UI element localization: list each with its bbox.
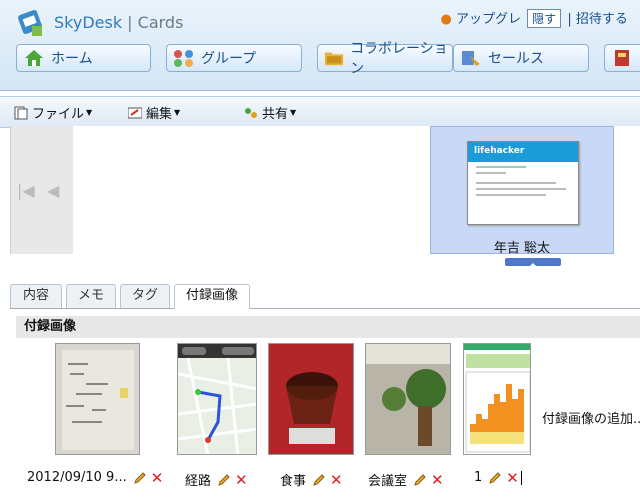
attachment-thumbnail[interactable] [177,343,257,455]
attachment-caption: 会議室 ✕ [368,470,444,489]
attachment-thumbnail[interactable] [268,343,354,455]
tab-attachments[interactable]: 付録画像 [174,284,250,309]
delete-icon[interactable]: ✕ [330,472,343,487]
edit-menu-label: 編集 [146,107,173,122]
share-menu-label: 共有 [262,107,289,122]
chevron-up-icon [529,263,537,267]
attachment-caption: 1 ✕ [474,470,522,485]
detail-tabs: 内容 メモ タグ 付録画像 [10,284,640,309]
nav-home-label: ホーム [51,51,93,67]
prev-page-icon[interactable]: ◀ [47,181,59,200]
handwritten-note-image [62,350,134,450]
upgrade-link[interactable]: アップグレ [456,8,521,27]
selected-card[interactable]: lifehacker 年吉 聡太 [430,126,614,256]
edit-icon [128,107,142,118]
app-logo-text: SkyDesk | Cards [54,13,184,32]
nav-collaboration-button[interactable]: コラボレーション [317,41,453,77]
delete-icon[interactable]: ✕ [235,472,248,487]
pencil-icon[interactable] [312,473,326,487]
nav-collaboration-label: コラボレーション [350,41,448,77]
attachments-section-title: 付録画像 [16,316,640,338]
file-menu-label: ファイル [32,107,85,122]
attachment-thumbnail[interactable] [365,343,451,455]
nav-group-button[interactable]: グループ [166,44,302,72]
delete-icon[interactable]: ✕ [506,470,519,485]
skydesk-logo-icon [18,10,42,36]
collapse-carousel-button[interactable] [505,258,561,267]
business-card-image: lifehacker [467,141,579,225]
nav-sales-button[interactable]: セールス [453,44,589,72]
upgrade-icon: ● [440,12,452,27]
attachment-caption: 経路 ✕ [185,470,248,489]
pencil-icon[interactable] [488,471,502,485]
dropdown-caret-icon: ▼ [174,108,181,117]
delete-icon[interactable]: ✕ [431,472,444,487]
nav-sales-label: セールス [488,51,544,67]
attachment-caption-text[interactable]: 2012/09/10 9... [27,470,127,485]
share-icon [245,107,257,118]
dropdown-caret-icon: ▼ [86,108,93,117]
edit-menu[interactable]: 編集 ▼ [128,103,180,122]
attachment-caption: 食事 ✕ [280,470,343,489]
meeting-room-image [366,344,450,454]
attachment-caption-text[interactable]: 食事 [280,470,306,489]
tab-content[interactable]: 内容 [10,284,62,308]
file-icon [14,106,28,119]
group-icon [174,50,193,67]
card-person-name: 年吉 聡太 [493,241,551,256]
book-icon [615,50,629,66]
text-cursor [520,470,522,485]
map-route-image [178,344,256,454]
sales-icon [462,51,480,66]
add-attachment-link[interactable]: 付録画像の追加... [542,408,640,427]
attachment-caption: 2012/09/10 9... ✕ [27,470,163,485]
nav-group-label: グループ [201,51,257,67]
nav-home-button[interactable]: ホーム [16,44,151,72]
carousel-nav: |◀ ◀ [11,126,73,254]
tea-cup-image [269,344,353,454]
share-menu[interactable]: 共有 ▼ [244,103,296,122]
file-menu[interactable]: ファイル ▼ [14,103,92,122]
delete-icon[interactable]: ✕ [151,470,164,485]
attachment-caption-text[interactable]: 経路 [185,470,211,489]
pencil-icon[interactable] [413,473,427,487]
hide-button[interactable]: 隠す [527,9,562,28]
first-page-icon[interactable]: |◀ [17,181,35,200]
attachment-caption-text[interactable]: 1 [474,470,482,485]
tab-memo[interactable]: メモ [66,284,116,308]
attachment-thumbnail[interactable] [55,343,140,455]
attachment-caption-text[interactable]: 会議室 [368,470,407,489]
home-icon [25,50,43,66]
card-company: lifehacker [468,142,578,162]
pencil-icon[interactable] [133,471,147,485]
folder-icon [324,52,344,66]
stats-chart-image [464,344,530,453]
nav-more-button[interactable] [604,44,640,72]
attachment-thumbnail[interactable] [463,343,531,455]
dropdown-caret-icon: ▼ [290,108,297,117]
toolbar: ファイル ▼ 編集 ▼ 共有 ▼ [0,96,640,128]
tab-tags[interactable]: タグ [120,284,170,308]
invite-link[interactable]: 招待する [576,8,628,27]
pencil-icon[interactable] [217,473,231,487]
app-header: SkyDesk | Cards ● アップグレ 隠す | 招待する ホーム グル… [0,0,640,91]
